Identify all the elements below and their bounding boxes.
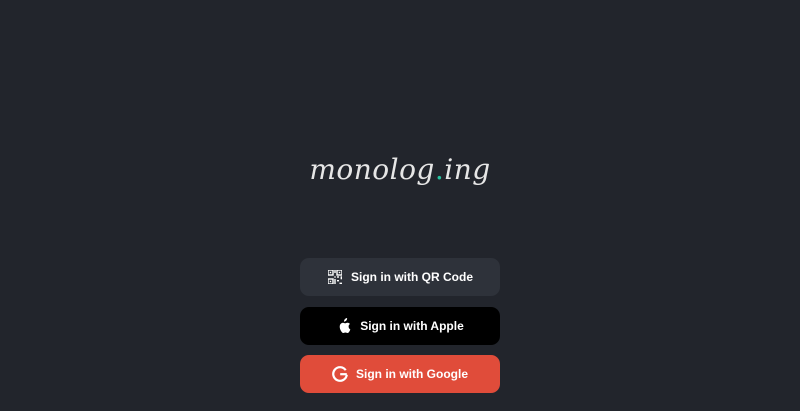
google-icon — [332, 366, 348, 382]
sign-in-google-label: Sign in with Google — [356, 367, 468, 381]
logo-text-part1: monolog — [309, 153, 435, 186]
sign-in-qr-button[interactable]: Sign in with QR Code — [300, 258, 500, 296]
apple-icon — [336, 318, 352, 334]
app-logo: monolog.ing — [0, 150, 800, 190]
sign-in-apple-label: Sign in with Apple — [360, 319, 464, 333]
qr-code-icon — [327, 269, 343, 285]
logo-dot: . — [434, 153, 445, 186]
sign-in-apple-button[interactable]: Sign in with Apple — [300, 307, 500, 345]
sign-in-google-button[interactable]: Sign in with Google — [300, 355, 500, 393]
login-page: monolog.ing Sign in with QR Code Sign in… — [0, 0, 800, 411]
sign-in-qr-label: Sign in with QR Code — [351, 270, 473, 284]
logo-text-part2: ing — [444, 153, 491, 186]
